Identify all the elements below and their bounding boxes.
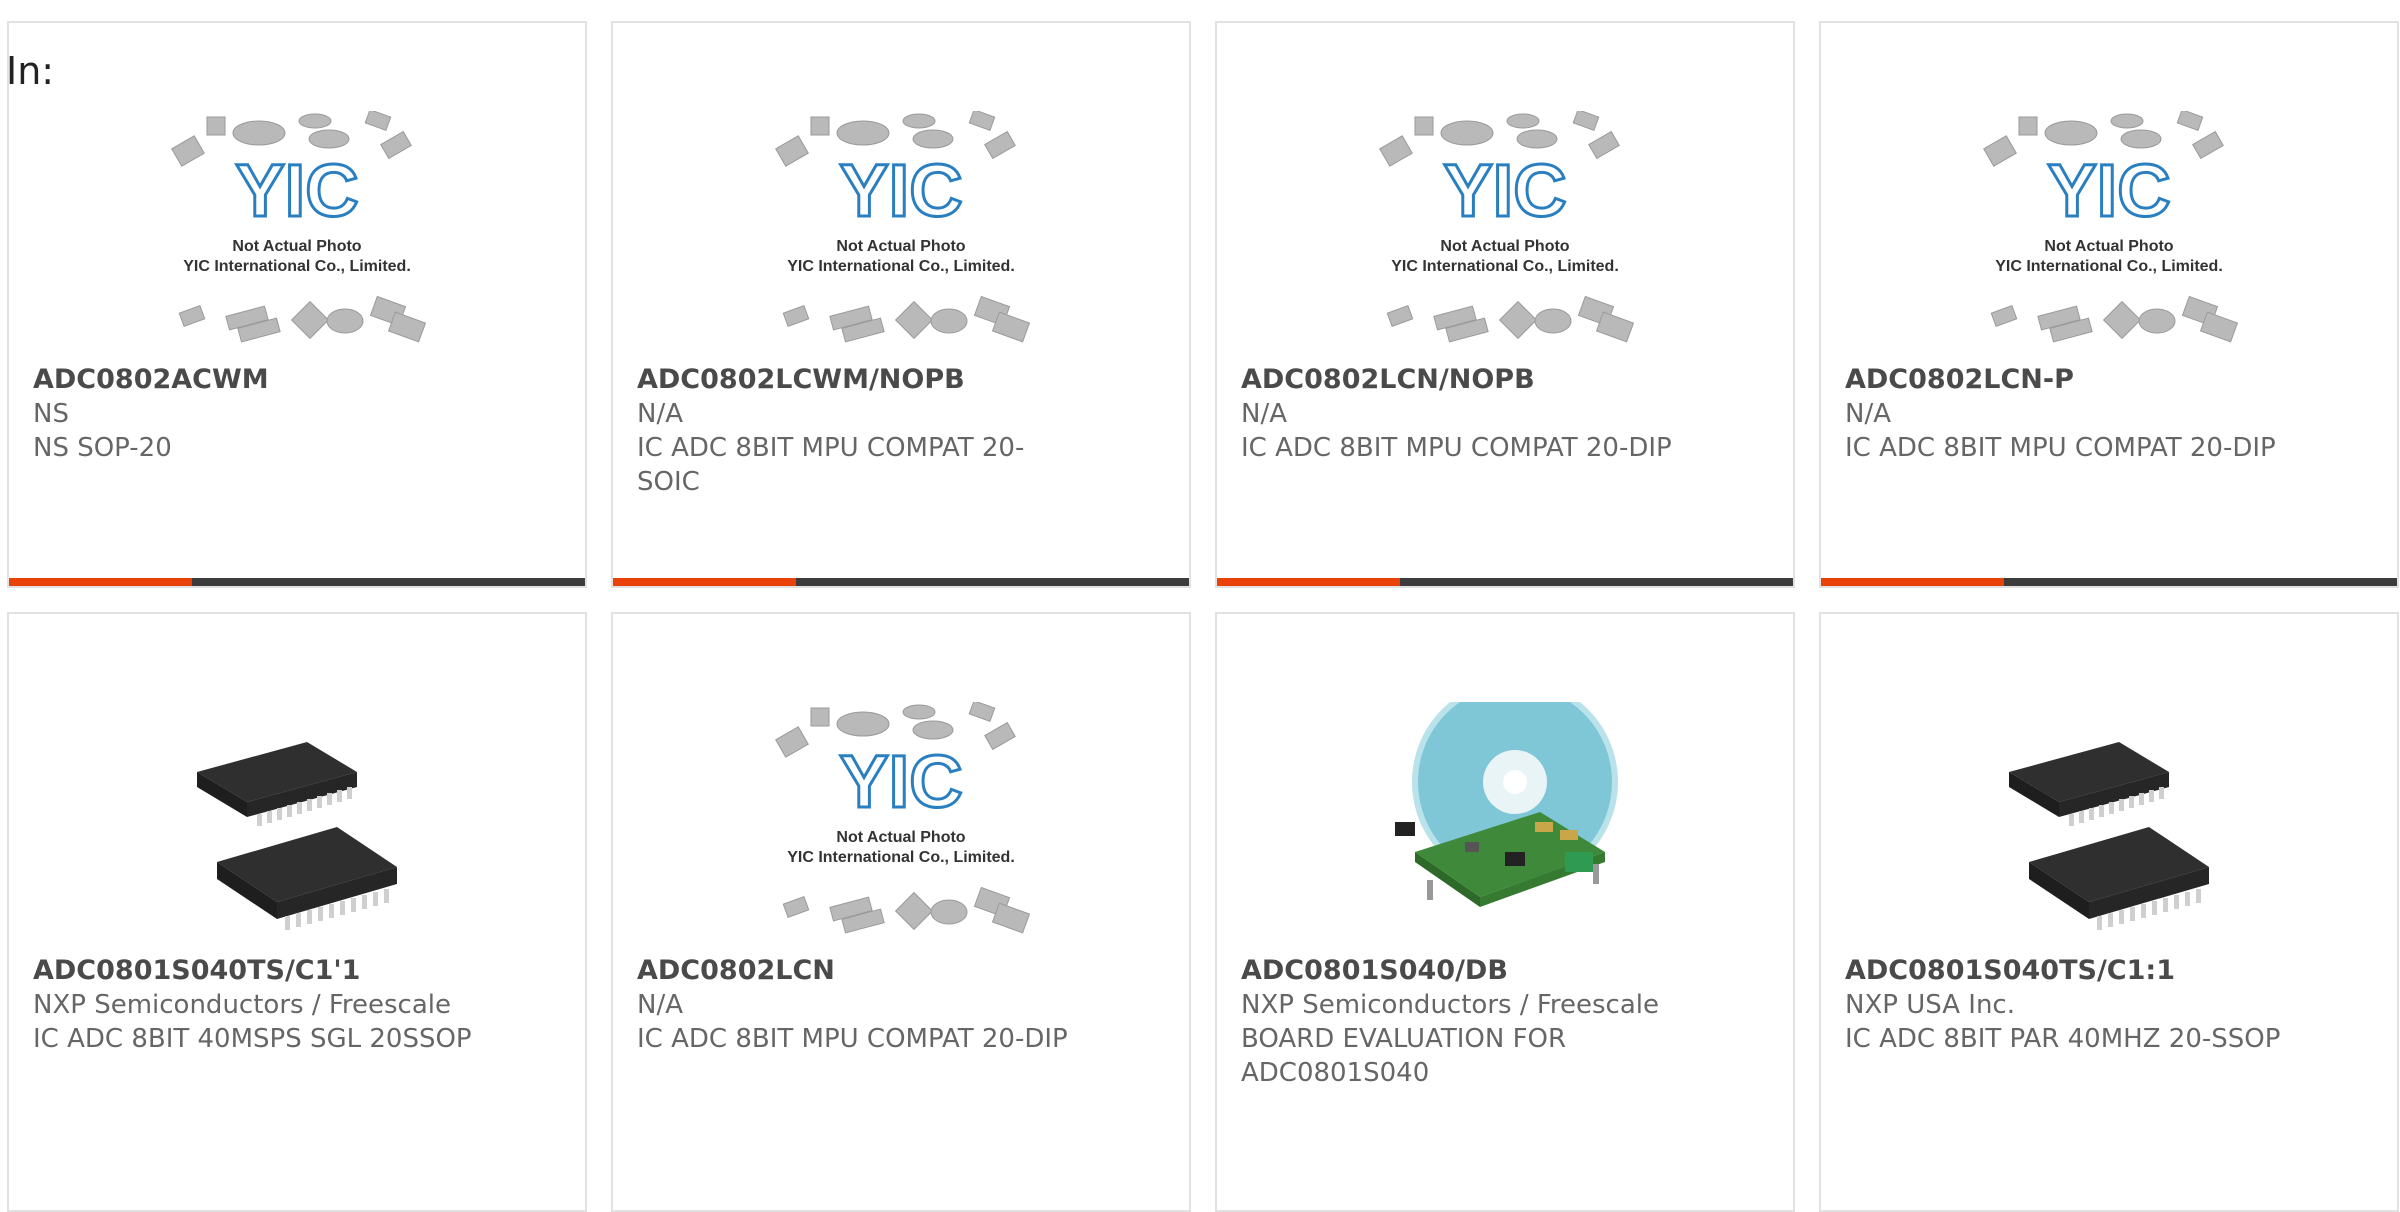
description: IC ADC 8BIT MPU COMPAT 20-SOIC (637, 433, 1025, 497)
manufacturer: N/A (1845, 399, 1891, 429)
svg-text:YIC International Co., Limited: YIC International Co., Limited. (1391, 258, 1619, 275)
placeholder-image[interactable]: YIC Not Actual Photo YIC International C… (761, 702, 1041, 962)
svg-text:YIC International Co., Limited: YIC International Co., Limited. (183, 258, 411, 275)
svg-text:Not Actual Photo: Not Actual Photo (232, 238, 361, 255)
part-number-link[interactable]: ADC0801S040TS/C1'1 (33, 954, 473, 988)
product-photo[interactable] (157, 702, 437, 962)
placeholder-photo-icon: YIC Not Actual Photo YIC International C… (1379, 111, 1635, 343)
part-number-link[interactable]: ADC0802LCWM/NOPB (637, 363, 1077, 397)
manufacturer: NXP USA Inc. (1845, 990, 2015, 1020)
manufacturer: N/A (1241, 399, 1287, 429)
description: IC ADC 8BIT PAR 40MHZ 20-SSOP (1845, 1024, 2281, 1054)
product-card[interactable]: YIC Not Actual Photo YIC International C… (611, 612, 1191, 1212)
svg-text:YIC: YIC (839, 740, 962, 823)
svg-text:Not Actual Photo: Not Actual Photo (1440, 238, 1569, 255)
svg-text:YIC: YIC (235, 149, 358, 232)
placeholder-image[interactable]: YIC Not Actual Photo YIC International C… (1365, 111, 1645, 371)
placeholder-photo-icon: YIC Not Actual Photo YIC International C… (775, 111, 1031, 343)
placeholder-photo-icon: YIC Not Actual Photo YIC International C… (1983, 111, 2239, 343)
product-card[interactable]: YIC Not Actual Photo YIC International C… (7, 21, 587, 588)
accent-segment (613, 578, 796, 586)
product-info: ADC0801S040TS/C1'1 NXP Semiconductors / … (33, 954, 473, 1056)
description: IC ADC 8BIT MPU COMPAT 20-DIP (1241, 433, 1672, 463)
part-number-link[interactable]: ADC0802ACWM (33, 363, 473, 397)
filter-label: In: (6, 49, 55, 93)
product-photo[interactable] (1969, 702, 2249, 962)
part-number-link[interactable]: ADC0802LCN (637, 954, 1077, 988)
card-accent-bar (1217, 578, 1793, 586)
manufacturer: NXP Semiconductors / Freescale (33, 990, 452, 1020)
manufacturer: N/A (637, 990, 683, 1020)
accent-segment (9, 578, 192, 586)
product-photo[interactable] (1365, 702, 1645, 962)
ssop-chip-icon (197, 742, 397, 930)
description: BOARD EVALUATION FOR ADC0801S040 (1241, 1024, 1567, 1088)
ssop-chip-icon (2009, 742, 2209, 930)
accent-segment (1821, 578, 2004, 586)
placeholder-photo-icon: YIC Not Actual Photo YIC International C… (171, 111, 427, 343)
svg-text:YIC: YIC (839, 149, 962, 232)
accent-segment (1217, 578, 1400, 586)
product-info: ADC0802ACWM NS NS SOP-20 (33, 363, 473, 465)
part-number-link[interactable]: ADC0801S040TS/C1:1 (1845, 954, 2285, 988)
product-info: ADC0801S040TS/C1:1 NXP USA Inc. IC ADC 8… (1845, 954, 2285, 1056)
product-card[interactable]: YIC Not Actual Photo YIC International C… (1215, 21, 1795, 588)
product-card[interactable]: ADC0801S040TS/C1'1 NXP Semiconductors / … (7, 612, 587, 1212)
svg-text:YIC International Co., Limited: YIC International Co., Limited. (787, 849, 1015, 866)
svg-text:Not Actual Photo: Not Actual Photo (2044, 238, 2173, 255)
svg-text:YIC: YIC (1443, 149, 1566, 232)
product-card[interactable]: ADC0801S040TS/C1:1 NXP USA Inc. IC ADC 8… (1819, 612, 2399, 1212)
placeholder-image[interactable]: YIC Not Actual Photo YIC International C… (761, 111, 1041, 371)
svg-text:YIC: YIC (2047, 149, 2170, 232)
manufacturer: NS (33, 399, 69, 429)
description: NS SOP-20 (33, 433, 172, 463)
product-grid: YIC Not Actual Photo YIC International C… (7, 21, 2399, 1212)
card-accent-bar (613, 578, 1189, 586)
svg-text:Not Actual Photo: Not Actual Photo (836, 238, 965, 255)
product-card[interactable]: YIC Not Actual Photo YIC International C… (1819, 21, 2399, 588)
product-info: ADC0802LCN/NOPB N/A IC ADC 8BIT MPU COMP… (1241, 363, 1681, 465)
product-card[interactable]: YIC Not Actual Photo YIC International C… (611, 21, 1191, 588)
description: IC ADC 8BIT 40MSPS SGL 20SSOP (33, 1024, 472, 1054)
manufacturer: N/A (637, 399, 683, 429)
placeholder-image[interactable]: YIC Not Actual Photo YIC International C… (1969, 111, 2249, 371)
svg-text:YIC International Co., Limited: YIC International Co., Limited. (787, 258, 1015, 275)
description: IC ADC 8BIT MPU COMPAT 20-DIP (637, 1024, 1068, 1054)
part-number-link[interactable]: ADC0802LCN/NOPB (1241, 363, 1681, 397)
product-card[interactable]: ADC0801S040/DB NXP Semiconductors / Free… (1215, 612, 1795, 1212)
placeholder-photo-icon: YIC Not Actual Photo YIC International C… (775, 702, 1031, 934)
svg-text:YIC International Co., Limited: YIC International Co., Limited. (1995, 258, 2223, 275)
evaluation-board-icon (1395, 702, 1618, 907)
card-accent-bar (1821, 578, 2397, 586)
part-number-link[interactable]: ADC0802LCN-P (1845, 363, 2285, 397)
card-accent-bar (9, 578, 585, 586)
product-info: ADC0802LCN-P N/A IC ADC 8BIT MPU COMPAT … (1845, 363, 2285, 465)
product-info: ADC0802LCWM/NOPB N/A IC ADC 8BIT MPU COM… (637, 363, 1077, 499)
product-info: ADC0801S040/DB NXP Semiconductors / Free… (1241, 954, 1681, 1090)
placeholder-image[interactable]: YIC Not Actual Photo YIC International C… (157, 111, 437, 371)
part-number-link[interactable]: ADC0801S040/DB (1241, 954, 1681, 988)
svg-text:Not Actual Photo: Not Actual Photo (836, 829, 965, 846)
product-info: ADC0802LCN N/A IC ADC 8BIT MPU COMPAT 20… (637, 954, 1077, 1056)
description: IC ADC 8BIT MPU COMPAT 20-DIP (1845, 433, 2276, 463)
manufacturer: NXP Semiconductors / Freescale (1241, 990, 1660, 1020)
